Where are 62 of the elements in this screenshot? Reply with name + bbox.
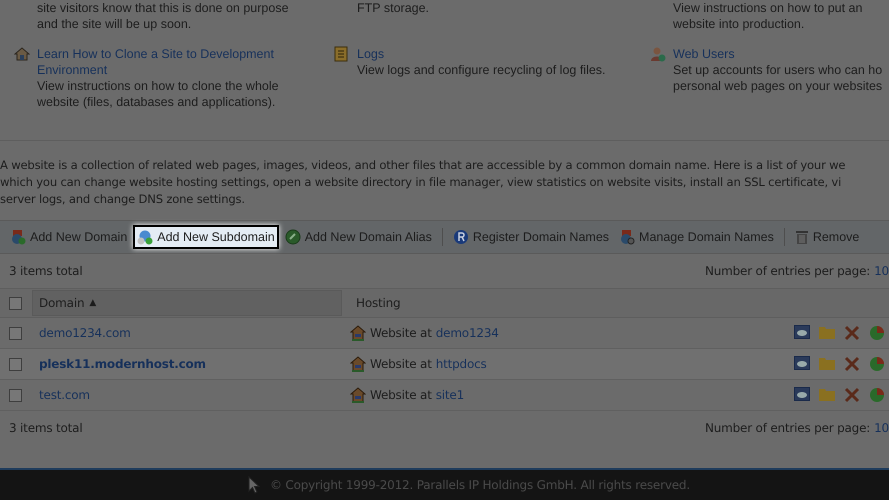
globe-plus-icon xyxy=(10,229,26,245)
globe-icon xyxy=(284,229,301,245)
tool-description: personal web pages on your websites xyxy=(673,78,882,94)
pie-chart-icon[interactable] xyxy=(869,387,885,403)
tool-description: View instructions on how to put an xyxy=(673,0,862,16)
domain-link[interactable]: plesk11.modernhost.com xyxy=(39,357,206,371)
column-header[interactable]: Domain ▲ xyxy=(32,290,342,316)
row-checkbox[interactable] xyxy=(9,388,22,402)
letter-r-icon xyxy=(452,229,469,245)
preview-icon[interactable] xyxy=(794,387,810,401)
tool-description: website (files, databases and applications). xyxy=(37,94,276,110)
tool-description: site visitors know that this is done on purpose xyxy=(37,0,289,16)
toolbar-button[interactable]: Remove xyxy=(790,225,864,249)
tool-description: and the site will be up soon. xyxy=(37,16,192,32)
globe-plus-icon xyxy=(137,229,154,245)
description-line: which you can change website hosting settings, open a website directory in file manager, view statistics on website visits, install an SSL certificate, vi xyxy=(0,174,842,191)
hosting-text: Website at xyxy=(370,326,432,340)
domain-link[interactable]: demo1234.com xyxy=(39,326,131,340)
tool-link[interactable]: Web Users xyxy=(673,46,882,62)
hosting-text: Website at xyxy=(370,357,432,371)
tool-description: View instructions on how to clone the whole xyxy=(37,78,280,94)
hosting-link[interactable]: site1 xyxy=(436,388,464,402)
house-icon xyxy=(350,325,366,341)
preview-icon[interactable] xyxy=(794,356,810,370)
house-icon xyxy=(350,356,366,372)
trash-icon xyxy=(794,229,809,245)
globe-gear-icon xyxy=(619,229,636,245)
hosting-link[interactable]: demo1234 xyxy=(436,326,499,340)
hosting-link[interactable]: httpdocs xyxy=(436,357,487,371)
tool-description: View logs and configure recycling of log files. xyxy=(357,62,606,78)
toolbar-button[interactable]: Manage Domain Names xyxy=(615,225,778,249)
column-header[interactable]: Hosting xyxy=(350,291,658,315)
entries-per-page-link[interactable]: 10 xyxy=(874,421,889,435)
user-icon xyxy=(650,46,666,62)
toolbar-button[interactable]: Add New Domain Alias xyxy=(280,225,436,249)
toolbar-button[interactable]: Add New Subdomain xyxy=(133,225,279,249)
entries-per-page-link[interactable]: 10 xyxy=(874,264,889,278)
row-checkbox[interactable] xyxy=(9,358,22,370)
tool-link[interactable]: Logs xyxy=(357,46,606,62)
tool-description: FTP storage. xyxy=(357,0,430,16)
description-line: server logs, and change DNS zone settings. xyxy=(0,191,246,208)
domain-link[interactable]: test.com xyxy=(39,388,90,402)
description-line: A website is a collection of related web pages, images, videos, and other files that are accessible by a common domain name. Here is a list of your we xyxy=(0,157,846,174)
select-all-checkbox[interactable] xyxy=(9,296,22,310)
row-checkbox[interactable] xyxy=(9,326,22,340)
entries-per-page-label: Number of entries per page: xyxy=(704,264,870,278)
tool-link[interactable]: Learn How to Clone a Site to Development Environment xyxy=(37,46,334,78)
house-icon xyxy=(14,46,30,62)
pie-chart-icon[interactable] xyxy=(869,325,885,341)
house-icon xyxy=(350,387,366,403)
toolbar-button[interactable]: Add New Domain xyxy=(6,225,132,249)
preview-icon[interactable] xyxy=(794,325,810,339)
entries-per-page-label: Number of entries per page: xyxy=(704,421,870,435)
notepad-icon xyxy=(334,46,348,62)
mouse-pointer-icon xyxy=(248,476,260,494)
toolbar-button[interactable]: Register Domain Names xyxy=(448,225,614,249)
items-total: 3 items total xyxy=(9,421,82,435)
tool-description: website into production. xyxy=(673,16,806,32)
pie-chart-icon[interactable] xyxy=(869,356,885,372)
hosting-text: Website at xyxy=(370,388,432,402)
tool-description: Set up accounts for users who can ho xyxy=(673,62,882,78)
items-total: 3 items total xyxy=(9,264,82,278)
